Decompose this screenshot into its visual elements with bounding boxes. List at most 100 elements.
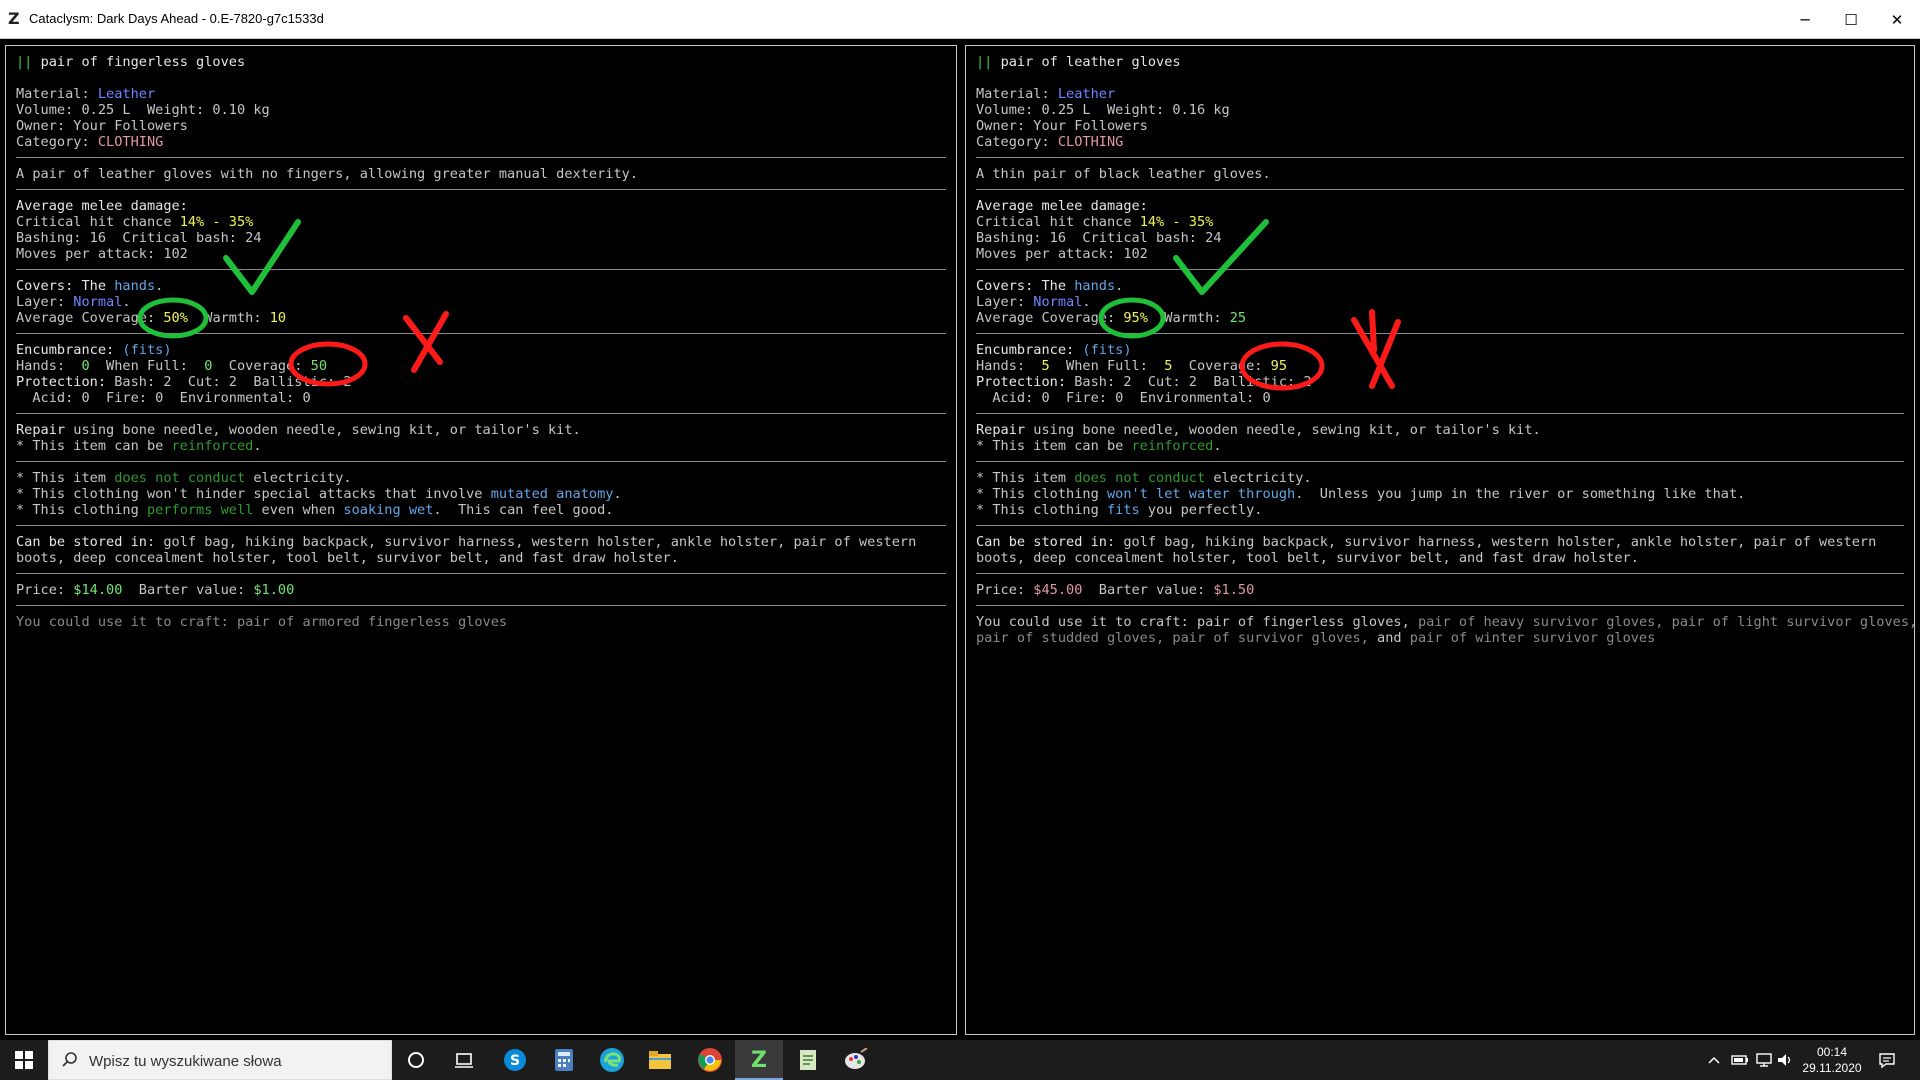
- svg-text:Z: Z: [751, 1048, 767, 1071]
- when-full-label: When Full:: [1049, 358, 1165, 374]
- category-value: CLOTHING: [97, 134, 164, 150]
- speaker-icon: [1778, 1054, 1791, 1066]
- cortana-button[interactable]: [392, 1040, 440, 1080]
- windows-icon: [15, 1051, 33, 1069]
- barter-label: Barter value:: [122, 582, 254, 598]
- moves-per-attack: Moves per attack: 102: [16, 246, 188, 262]
- material-label: Material:: [16, 86, 98, 102]
- separator: [16, 598, 946, 614]
- hands-label: Hands:: [16, 358, 82, 374]
- layer-label: Layer:: [976, 294, 1034, 310]
- file-explorer-icon: [649, 1051, 671, 1069]
- battery-button[interactable]: [1728, 1040, 1752, 1080]
- separator: [976, 598, 1904, 614]
- start-button[interactable]: [0, 1040, 48, 1080]
- separator: [976, 262, 1904, 278]
- layer-label: Layer:: [16, 294, 74, 310]
- note1-pre: * This item: [16, 470, 115, 486]
- price-value: $14.00: [73, 582, 123, 598]
- note2-post: .: [613, 486, 622, 502]
- protection-label: Protection:: [976, 374, 1075, 390]
- note3-highlight1: performs well: [146, 502, 254, 518]
- craft-and: and: [1377, 630, 1410, 646]
- price-value: $45.00: [1033, 582, 1083, 598]
- separator: [976, 182, 1904, 198]
- network-button[interactable]: [1752, 1040, 1776, 1080]
- taskbar-clock[interactable]: 00:14 29.11.2020: [1796, 1044, 1868, 1076]
- moves-per-attack: Moves per attack: 102: [976, 246, 1148, 262]
- note3-highlight1: fits: [1106, 502, 1140, 518]
- separator: [976, 454, 1904, 470]
- cortana-icon: [408, 1052, 424, 1068]
- notifications-button[interactable]: [1872, 1040, 1902, 1080]
- taskbar: S Z 00:14 29.11.2020: [0, 1040, 1920, 1080]
- covers-value: hands: [1074, 278, 1116, 294]
- volume-button[interactable]: [1774, 1040, 1796, 1080]
- chrome-button[interactable]: [686, 1040, 734, 1080]
- stored-label: Can be stored in: [976, 534, 1107, 550]
- close-button[interactable]: ✕: [1874, 0, 1920, 39]
- hands-label: Hands:: [976, 358, 1042, 374]
- crit-label: Critical hit chance: [16, 214, 180, 230]
- coverage-label: Average Coverage:: [976, 310, 1124, 326]
- melee-header: Average melee damage:: [976, 198, 1148, 214]
- warmth-value: 25: [1229, 310, 1247, 326]
- material-label: Material:: [976, 86, 1058, 102]
- stored-line2: boots, deep concealment holster, tool be…: [16, 550, 679, 566]
- bashing: Bashing: 16 Critical bash: 24: [16, 230, 262, 246]
- reinforce-end: .: [1213, 438, 1222, 454]
- covers-end: .: [1115, 278, 1124, 294]
- taskbar-search[interactable]: [48, 1040, 392, 1080]
- reinforce-value: reinforced: [1131, 438, 1214, 454]
- coverage2-value: 95: [1270, 358, 1288, 374]
- note3-mid: you perfectly.: [1139, 502, 1263, 518]
- coverage2-value: 50: [310, 358, 328, 374]
- note1-pre: * This item: [976, 470, 1075, 486]
- separator: [976, 326, 1904, 342]
- separator: [976, 150, 1904, 166]
- coverage2-label: Coverage:: [1172, 358, 1271, 374]
- minimize-button[interactable]: ─: [1782, 0, 1828, 39]
- separator: [976, 406, 1904, 422]
- chrome-icon: [698, 1048, 722, 1072]
- separator: [16, 566, 946, 582]
- search-icon: [62, 1052, 77, 1067]
- item-info-panel-right: || pair of leather gloves Material: Leat…: [965, 45, 1917, 1035]
- craft-item-known: pair of fingerless gloves,: [1196, 614, 1418, 630]
- edge-button[interactable]: [588, 1040, 636, 1080]
- tray-overflow-button[interactable]: [1702, 1040, 1726, 1080]
- note3-mid: even when: [253, 502, 344, 518]
- paint-button[interactable]: [832, 1040, 880, 1080]
- material-value: Leather: [1057, 86, 1116, 102]
- battery-icon: [1731, 1055, 1748, 1065]
- covers-label: Covers: The: [16, 278, 115, 294]
- chevron-up-icon: [1708, 1056, 1720, 1064]
- file-explorer-button[interactable]: [636, 1040, 684, 1080]
- task-view-button[interactable]: [440, 1040, 488, 1080]
- warmth-value: 10: [269, 310, 287, 326]
- cataclysm-button[interactable]: Z: [735, 1040, 783, 1080]
- resistances: Acid: 0 Fire: 0 Environmental: 0: [16, 390, 311, 406]
- calculator-button[interactable]: [540, 1040, 588, 1080]
- note1-post: electricity.: [1205, 470, 1312, 486]
- category-value: CLOTHING: [1057, 134, 1124, 150]
- notepad-button[interactable]: [784, 1040, 832, 1080]
- crit-value: 14% - 35%: [179, 214, 254, 230]
- item-info-panel-left: || pair of fingerless gloves Material: L…: [5, 45, 957, 1035]
- resistances: Acid: 0 Fire: 0 Environmental: 0: [976, 390, 1271, 406]
- encumbrance-fits: (fits): [1082, 342, 1132, 358]
- maximize-button[interactable]: ☐: [1828, 0, 1874, 39]
- craft-label: You could use it to craft:: [16, 614, 237, 630]
- note1-highlight: does not conduct: [114, 470, 246, 486]
- melee-header: Average melee damage:: [16, 198, 188, 214]
- repair-text: using bone needle, wooden needle, sewing…: [1025, 422, 1541, 438]
- coverage-value: 50%: [163, 310, 188, 326]
- note2-highlight: mutated anatomy: [490, 486, 614, 502]
- reinforce-pre: * This item can be: [16, 438, 172, 454]
- bashing: Bashing: 16 Critical bash: 24: [976, 230, 1222, 246]
- skype-button[interactable]: S: [491, 1040, 539, 1080]
- note1-post: electricity.: [245, 470, 352, 486]
- notepad-icon: [800, 1050, 816, 1070]
- separator: [16, 150, 946, 166]
- search-input[interactable]: [89, 1049, 379, 1073]
